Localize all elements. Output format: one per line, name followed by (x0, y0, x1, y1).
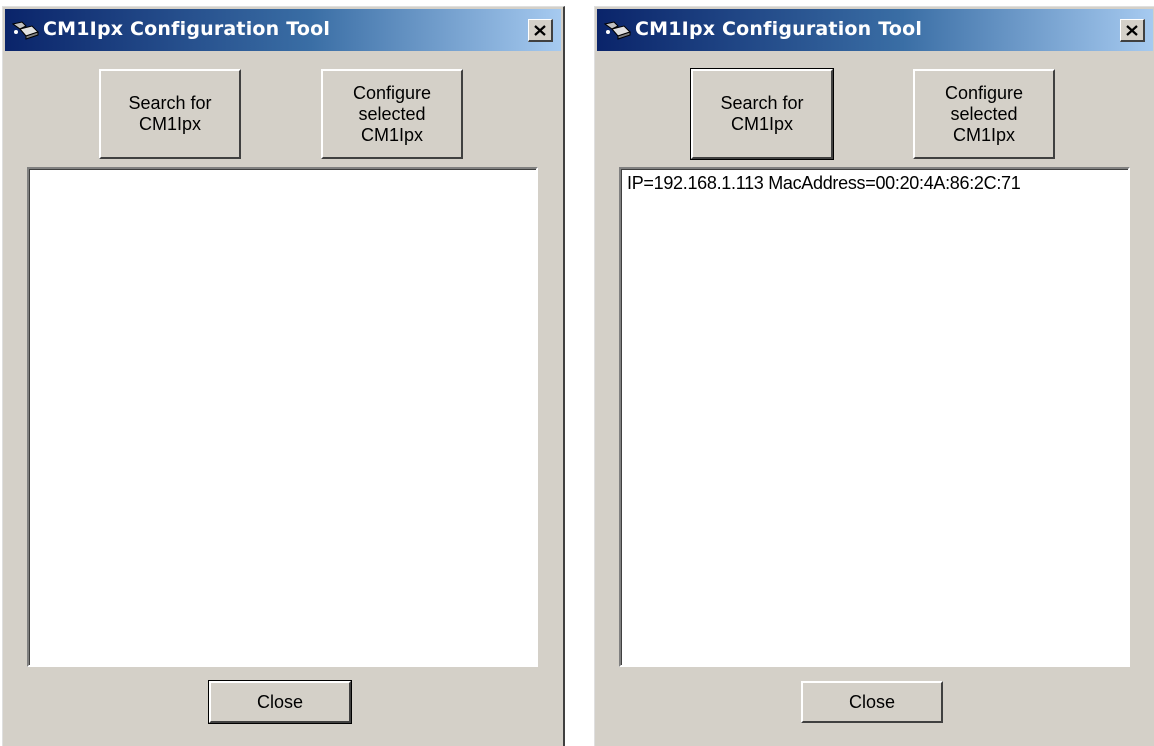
configure-selected-button[interactable]: Configure selected CM1Ipx (321, 69, 463, 159)
title-bar[interactable]: CM1Ipx Configuration Tool (5, 9, 561, 51)
close-icon (1126, 24, 1138, 36)
search-for-device-button[interactable]: Search for CM1Ipx (99, 69, 241, 159)
config-tool-window-results: CM1Ipx Configuration Tool Search for CM1… (594, 6, 1154, 746)
device-list[interactable] (27, 167, 538, 667)
window-title: CM1Ipx Configuration Tool (43, 18, 331, 40)
title-bar[interactable]: CM1Ipx Configuration Tool (597, 9, 1153, 51)
close-button[interactable]: Close (801, 681, 943, 723)
title-close-button[interactable] (528, 19, 553, 42)
search-for-device-button[interactable]: Search for CM1Ipx (690, 68, 834, 160)
device-list[interactable]: IP=192.168.1.113 MacAddress=00:20:4A:86:… (619, 167, 1130, 667)
network-device-icon (11, 21, 39, 40)
configure-selected-button[interactable]: Configure selected CM1Ipx (913, 69, 1055, 159)
network-device-icon (603, 21, 631, 40)
window-title: CM1Ipx Configuration Tool (635, 18, 923, 40)
title-close-button[interactable] (1120, 19, 1145, 42)
config-tool-window-empty: CM1Ipx Configuration Tool Search for CM1… (2, 6, 565, 746)
list-item[interactable]: IP=192.168.1.113 MacAddress=00:20:4A:86:… (627, 173, 1021, 194)
close-icon (534, 24, 546, 36)
close-button[interactable]: Close (208, 680, 352, 724)
